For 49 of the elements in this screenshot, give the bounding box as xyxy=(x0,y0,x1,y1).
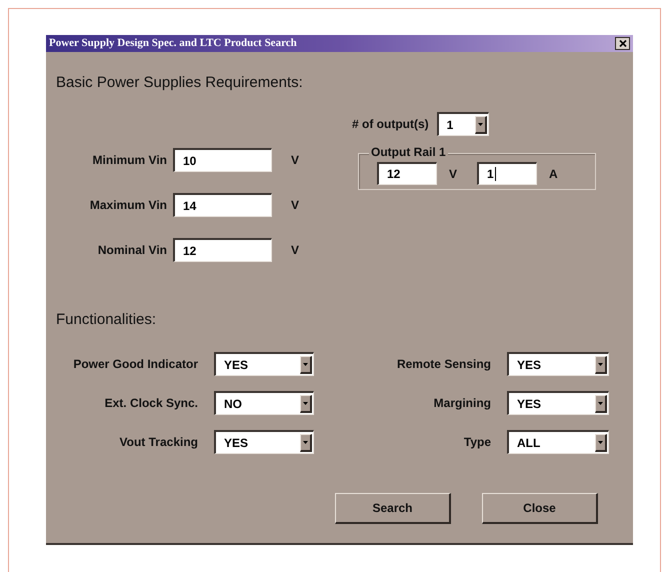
dropdown-arrow-button[interactable] xyxy=(300,394,312,412)
section-heading: Functionalities: xyxy=(56,311,156,328)
dialog-button[interactable]: Search xyxy=(335,493,451,524)
field-label: Maximum Vin xyxy=(88,197,167,214)
group-title: Output Rail 1 xyxy=(369,145,448,160)
option-label: Ext. Clock Sync. xyxy=(104,395,198,412)
dropdown[interactable]: 1 xyxy=(436,112,489,136)
unit-label: V xyxy=(291,197,300,214)
caret-down-icon xyxy=(303,440,308,444)
unit-label: V xyxy=(449,166,458,182)
dropdown-arrow-button[interactable] xyxy=(474,116,487,134)
input-field[interactable]: 12 xyxy=(377,162,437,185)
unit-label: V xyxy=(291,242,300,259)
dropdown-arrow-button[interactable] xyxy=(300,434,312,452)
dialog-button[interactable]: Close xyxy=(482,493,598,524)
input-field[interactable]: 10 xyxy=(173,148,272,172)
dropdown-arrow-button[interactable] xyxy=(300,356,312,374)
caret-down-icon xyxy=(598,402,603,404)
dropdown[interactable]: YES xyxy=(507,352,609,376)
field-label: Nominal Vin xyxy=(96,242,167,259)
dropdown[interactable]: ALL xyxy=(507,430,609,454)
section-heading: Basic Power Supplies Requirements: xyxy=(56,74,303,91)
caret-down-icon xyxy=(303,402,308,404)
dropdown[interactable]: NO xyxy=(214,391,314,415)
dropdown-arrow-button[interactable] xyxy=(595,434,607,452)
dropdown[interactable]: YES xyxy=(214,430,314,454)
option-label: Remote Sensing xyxy=(396,356,491,373)
caret-down-icon xyxy=(303,362,308,366)
unit-label: V xyxy=(291,152,300,169)
dropdown-arrow-button[interactable] xyxy=(595,394,607,412)
dropdown[interactable]: YES xyxy=(507,391,609,415)
option-label: Type xyxy=(462,434,491,451)
close-button[interactable] xyxy=(615,37,630,50)
window-title: Power Supply Design Spec. and LTC Product Search xyxy=(49,36,297,52)
dropdown[interactable]: YES xyxy=(214,352,314,376)
caret-down-icon xyxy=(598,440,603,444)
option-label: Power Good Indicator xyxy=(72,356,198,373)
input-field[interactable]: 12 xyxy=(173,238,272,262)
dropdown-arrow-button[interactable] xyxy=(595,356,607,374)
input-field[interactable]: 1 xyxy=(477,162,538,185)
caret-down-icon xyxy=(598,362,603,366)
option-label: Vout Tracking xyxy=(118,434,198,451)
field-label: Minimum Vin xyxy=(92,152,167,169)
unit-label: A xyxy=(549,166,558,182)
close-icon xyxy=(618,40,626,47)
option-label: Margining xyxy=(432,395,491,412)
input-field[interactable]: 14 xyxy=(173,193,272,217)
outputs-label: # of output(s) xyxy=(352,116,429,133)
caret-down-icon xyxy=(478,122,483,126)
